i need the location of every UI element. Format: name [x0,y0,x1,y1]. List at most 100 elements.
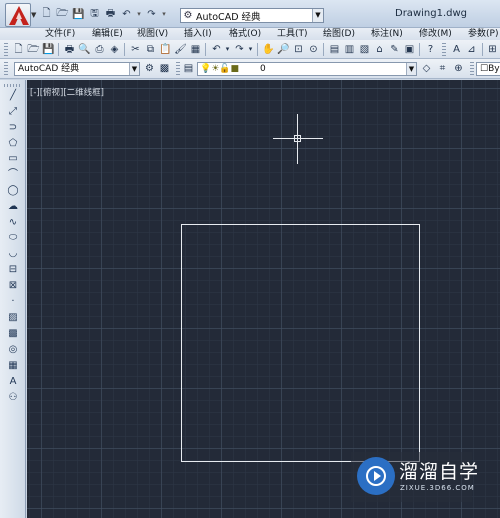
workspace-dropdown[interactable]: AutoCAD 经典 ▼ [14,62,140,76]
ellipse-arc-icon[interactable]: ◡ [6,247,20,260]
viewport-controls[interactable]: [-][俯视][二维线框] [30,86,104,98]
workspace-save-icon[interactable]: ▩ [158,62,171,75]
pan-icon[interactable]: ✋ [262,43,275,56]
redo-dropdown-icon[interactable]: ▾ [161,10,167,18]
dim-style-icon[interactable]: ⊿ [465,43,478,56]
text-style-icon[interactable]: A [450,43,463,56]
workspace-select[interactable]: ⚙ AutoCAD 经典 ▼ [180,8,324,23]
toolbar-grip[interactable] [4,43,8,56]
construction-line-icon[interactable]: ⤢ [6,105,20,118]
help-icon[interactable]: ? [424,43,437,56]
layer-properties-icon[interactable]: ▤ [182,62,195,75]
play-logo-icon [357,457,395,495]
region-icon[interactable]: ◎ [6,343,20,356]
plot-icon[interactable]: 🖶 [104,8,117,20]
insert-block-icon[interactable]: ⊟ [6,263,20,276]
polyline-icon[interactable]: ⊃ [6,121,20,134]
menu-format[interactable]: 格式(O) [229,28,261,40]
plot-preview-icon[interactable]: 🔍 [78,43,91,56]
play-icon [366,466,386,486]
spline-icon[interactable]: ∿ [6,216,20,229]
markup-icon[interactable]: ✎ [388,43,401,56]
menu-tools[interactable]: 工具(T) [277,28,308,40]
save-icon[interactable]: 💾 [42,43,55,56]
rectangle-icon[interactable]: ▭ [6,152,20,165]
menu-view[interactable]: 视图(V) [137,28,168,40]
zoom-realtime-icon[interactable]: 🔎 [277,43,290,56]
workspace-settings-icon[interactable]: ⚙ [143,62,156,75]
properties-icon[interactable]: ▤ [328,43,341,56]
chevron-down-icon[interactable]: ▼ [312,9,323,22]
layer-isolate-icon[interactable]: ⊕ [452,62,465,75]
save-as-icon[interactable]: 🖫 [88,8,101,20]
application-menu-arrow-icon[interactable]: ▼ [31,11,36,19]
gear-icon: ⚙ [183,10,193,21]
table-icon[interactable]: ▦ [6,359,20,372]
plot-icon[interactable]: 🖶 [63,43,76,56]
add-selected-icon[interactable]: ⚇ [6,391,20,404]
color-dropdown[interactable]: ☐By [476,62,500,76]
publish-icon[interactable]: ⎙ [93,43,106,56]
arc-icon[interactable]: ⌒ [6,168,20,181]
menu-bar: 文件(F) 编辑(E) 视图(V) 插入(I) 格式(O) 工具(T) 绘图(D… [0,28,500,40]
new-icon[interactable]: 🗋 [12,43,25,56]
polygon-icon[interactable]: ⬠ [6,137,20,150]
rectangle-entity[interactable] [181,224,420,462]
toolbar-grip[interactable] [442,43,446,56]
menu-parameter[interactable]: 参数(P) [468,28,498,40]
zoom-previous-icon[interactable]: ⊙ [307,43,320,56]
undo-icon[interactable]: ↶ [120,8,133,20]
chevron-down-icon[interactable]: ▼ [129,63,139,75]
gradient-icon[interactable]: ▩ [6,327,20,340]
make-block-icon[interactable]: ⊠ [6,279,20,292]
match-properties-icon[interactable]: 🖌 [174,43,187,56]
toolbar-separator [323,43,324,56]
undo-icon[interactable]: ↶ [210,43,223,56]
copy-icon[interactable]: ⧉ [144,43,157,56]
undo-dropdown-icon[interactable]: ▾ [224,43,231,56]
open-icon[interactable]: 🗁 [27,43,40,56]
redo-icon[interactable]: ↷ [233,43,246,56]
menu-dimension[interactable]: 标注(N) [371,28,403,40]
layer-dropdown[interactable]: 💡☀🔓■ 0 ▼ [197,62,417,76]
block-editor-icon[interactable]: ▦ [189,43,202,56]
chevron-down-icon[interactable]: ▼ [406,63,416,75]
toolbar-grip[interactable] [4,84,20,87]
design-center-icon[interactable]: ▥ [343,43,356,56]
sheet-set-icon[interactable]: ⌂ [373,43,386,56]
toolbar-grip[interactable] [470,62,474,75]
redo-icon[interactable]: ↷ [145,8,158,20]
save-icon[interactable]: 💾 [72,8,85,20]
zoom-window-icon[interactable]: ⊡ [292,43,305,56]
toolbar-grip[interactable] [4,62,8,75]
quickcalc-icon[interactable]: ▣ [403,43,416,56]
application-menu-button[interactable] [5,3,31,27]
workspace-label: AutoCAD 经典 [196,11,261,23]
color-swatch-icon: ☐ [480,64,489,74]
menu-modify[interactable]: 修改(M) [419,28,452,40]
make-current-layer-icon[interactable]: ◇ [420,62,433,75]
menu-edit[interactable]: 编辑(E) [92,28,123,40]
circle-icon[interactable]: ◯ [6,184,20,197]
tool-palettes-icon[interactable]: ▧ [358,43,371,56]
menu-draw[interactable]: 绘图(D) [323,28,355,40]
paste-icon[interactable]: 📋 [159,43,172,56]
point-icon[interactable]: · [6,295,20,308]
menu-insert[interactable]: 插入(I) [184,28,212,40]
redo-dropdown-icon[interactable]: ▾ [247,43,254,56]
hatch-icon[interactable]: ▨ [6,311,20,324]
new-icon[interactable]: 🗋 [40,8,53,20]
revision-cloud-icon[interactable]: ☁ [6,200,20,213]
cut-icon[interactable]: ✂ [129,43,142,56]
multiline-text-icon[interactable]: A [6,375,20,388]
line-icon[interactable]: ╱ [6,89,20,102]
open-icon[interactable]: 🗁 [56,8,69,20]
menu-file[interactable]: 文件(F) [45,28,75,40]
layer-previous-icon[interactable]: ⌗ [436,62,449,75]
ellipse-icon[interactable]: ⬭ [6,231,20,244]
undo-dropdown-icon[interactable]: ▾ [136,10,142,18]
toolbar-grip[interactable] [176,62,180,75]
table-style-icon[interactable]: ⊞ [486,43,499,56]
3d-print-icon[interactable]: ◈ [108,43,121,56]
layer-state-icons: 💡☀🔓■ [200,64,239,74]
